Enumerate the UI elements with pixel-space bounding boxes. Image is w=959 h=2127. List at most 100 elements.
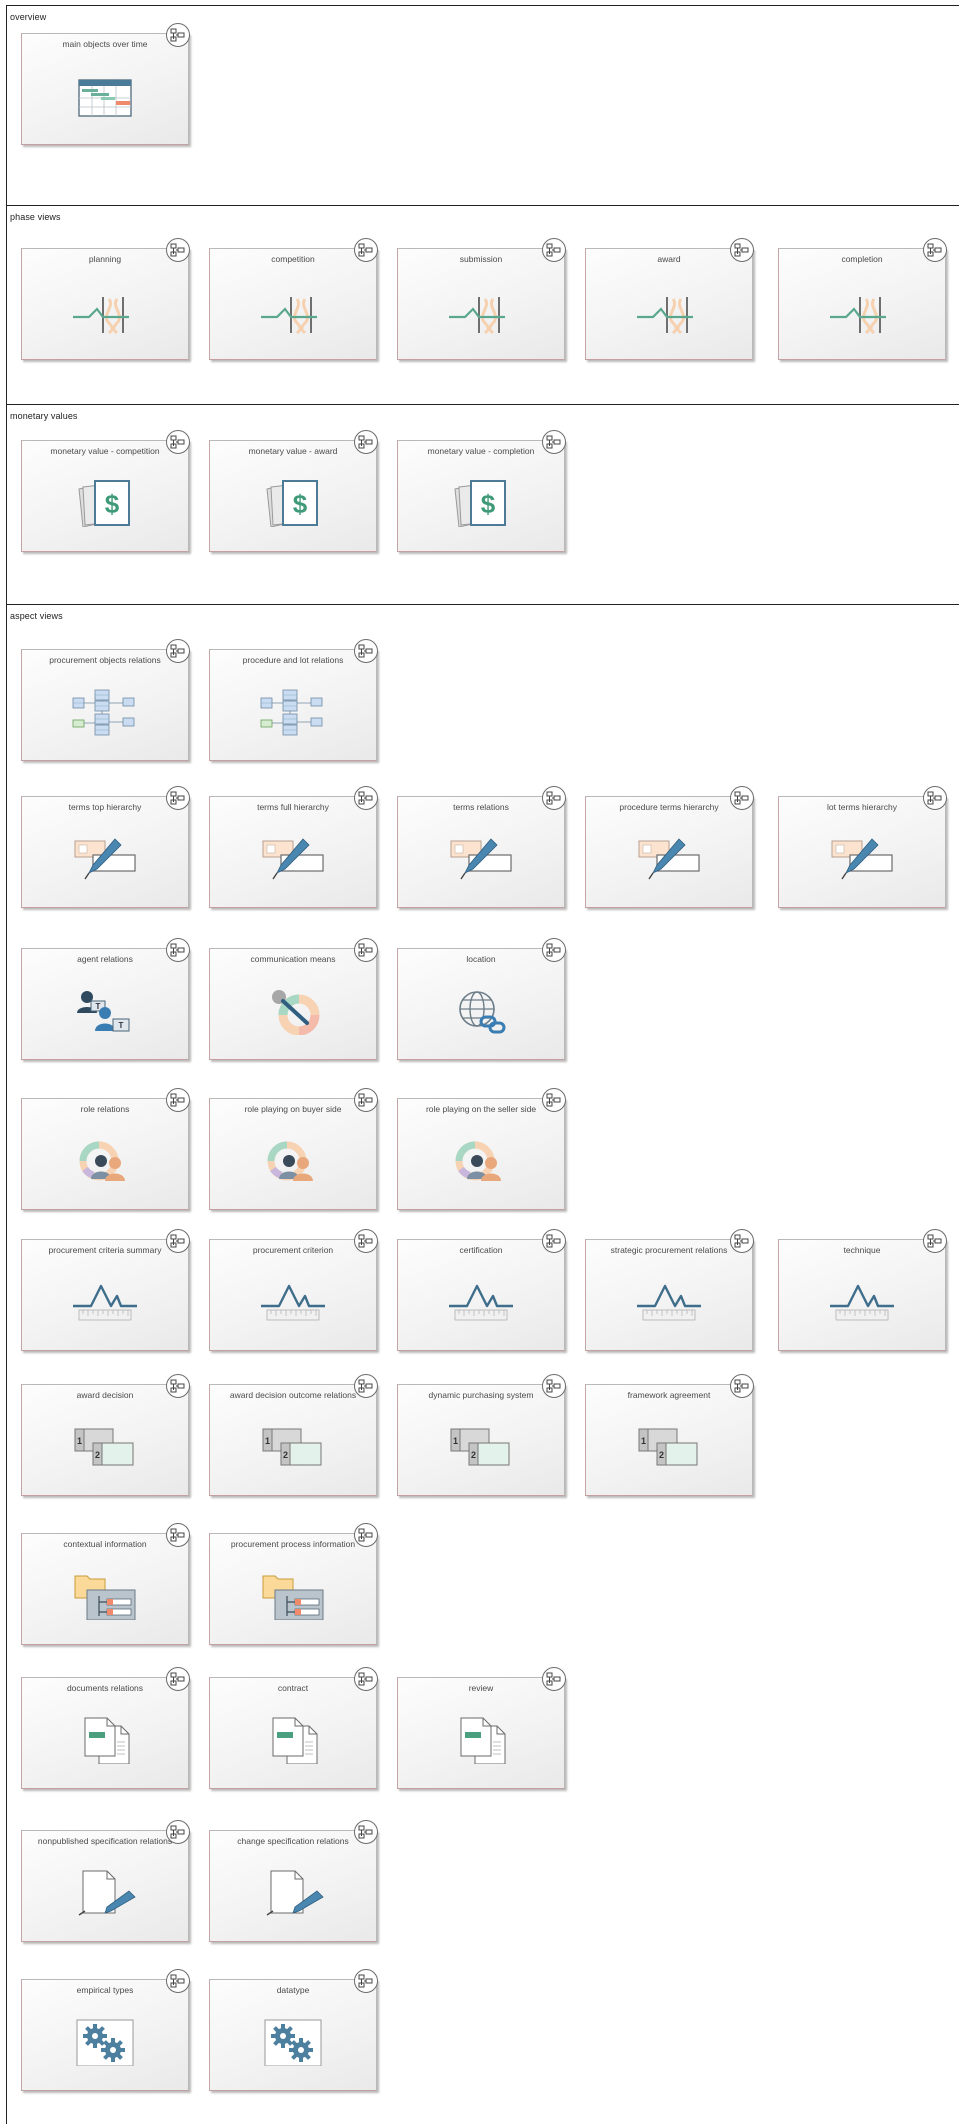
diagram-card[interactable]: communication means — [209, 938, 378, 1060]
diagram-card[interactable]: contract — [209, 1667, 378, 1789]
diagram-link-button[interactable] — [166, 1088, 190, 1112]
diagram-card[interactable]: certification — [397, 1229, 566, 1351]
diagram-card[interactable]: agent relations T T — [21, 938, 190, 1060]
edit-form-icon — [259, 835, 327, 883]
diagram-link-button[interactable] — [923, 1229, 947, 1253]
dollar-document-icon: $ — [259, 479, 327, 527]
diagram-card[interactable]: award decision 1 2 — [21, 1374, 190, 1496]
diagram-card[interactable]: role relations — [21, 1088, 190, 1210]
diagram-card[interactable]: procurement objects relations — [21, 639, 190, 761]
diagram-link-icon — [734, 1379, 749, 1393]
diagram-card[interactable]: monetary value - completion $ — [397, 430, 566, 552]
diagram-card[interactable]: review — [397, 1667, 566, 1789]
diagram-card[interactable]: terms top hierarchy — [21, 786, 190, 908]
diagram-link-button[interactable] — [542, 786, 566, 810]
diagram-card[interactable]: location — [397, 938, 566, 1060]
diagram-link-button[interactable] — [354, 1229, 378, 1253]
diagram-card[interactable]: empirical types — [21, 1969, 190, 2091]
diagram-link-button[interactable] — [730, 786, 754, 810]
diagram-card[interactable]: procedure and lot relations — [209, 639, 378, 761]
diagram-link-button[interactable] — [166, 238, 190, 262]
diagram-link-button[interactable] — [166, 1523, 190, 1547]
diagram-card[interactable]: terms relations — [397, 786, 566, 908]
diagram-link-button[interactable] — [354, 1088, 378, 1112]
diagram-card[interactable]: main objects over time — [21, 23, 190, 145]
diagram-card[interactable]: procurement process information — [209, 1523, 378, 1645]
diagram-link-button[interactable] — [542, 938, 566, 962]
diagram-card[interactable]: role playing on the seller side — [397, 1088, 566, 1210]
diagram-link-button[interactable] — [354, 430, 378, 454]
diagram-link-button[interactable] — [542, 1088, 566, 1112]
diagram-link-button[interactable] — [730, 238, 754, 262]
diagram-card[interactable]: procurement criterion — [209, 1229, 378, 1351]
diagram-card[interactable]: technique — [778, 1229, 947, 1351]
diagram-link-button[interactable] — [923, 238, 947, 262]
diagram-link-button[interactable] — [354, 786, 378, 810]
diagram-link-icon — [170, 1825, 185, 1839]
diagram-card-label: communication means — [250, 954, 336, 964]
diagram-link-button[interactable] — [166, 1969, 190, 1993]
diagram-link-button[interactable] — [166, 1374, 190, 1398]
diagram-link-button[interactable] — [354, 1969, 378, 1993]
diagram-link-icon — [358, 1672, 373, 1686]
diagram-link-button[interactable] — [542, 1667, 566, 1691]
diagram-card[interactable]: terms full hierarchy — [209, 786, 378, 908]
diagram-card[interactable]: strategic procurement relations — [585, 1229, 754, 1351]
diagram-link-button[interactable] — [354, 1667, 378, 1691]
diagram-card-label: main objects over time — [62, 39, 148, 49]
diagram-link-button[interactable] — [730, 1229, 754, 1253]
diagram-link-icon — [170, 644, 185, 658]
diagram-card[interactable]: lot terms hierarchy — [778, 786, 947, 908]
diagram-card[interactable]: contextual information — [21, 1523, 190, 1645]
documents-icon — [447, 1716, 515, 1764]
diagram-card[interactable]: planning — [21, 238, 190, 360]
diagram-card-label: role playing on the seller side — [425, 1104, 537, 1114]
diagram-link-button[interactable] — [354, 238, 378, 262]
diagram-card[interactable]: award decision outcome relations 1 2 — [209, 1374, 378, 1496]
users-roles-icon — [447, 1137, 515, 1185]
diagram-card[interactable]: procurement criteria summary — [21, 1229, 190, 1351]
diagram-link-button[interactable] — [542, 430, 566, 454]
diagram-card[interactable]: procedure terms hierarchy — [585, 786, 754, 908]
diagram-link-button[interactable] — [354, 1374, 378, 1398]
diagram-link-icon — [358, 791, 373, 805]
diagram-link-button[interactable] — [354, 1820, 378, 1844]
diagram-card[interactable]: change specification relations — [209, 1820, 378, 1942]
diagram-link-icon — [170, 1379, 185, 1393]
diagram-card[interactable]: monetary value - competition $ — [21, 430, 190, 552]
diagram-link-button[interactable] — [166, 639, 190, 663]
diagram-card[interactable]: submission — [397, 238, 566, 360]
diagram-link-button[interactable] — [542, 1229, 566, 1253]
diagram-link-button[interactable] — [542, 238, 566, 262]
diagram-link-button[interactable] — [166, 1229, 190, 1253]
diagram-card[interactable]: dynamic purchasing system 1 2 — [397, 1374, 566, 1496]
svg-text:2: 2 — [95, 1450, 100, 1460]
diagram-link-button[interactable] — [354, 1523, 378, 1547]
diagram-link-icon — [358, 1825, 373, 1839]
diagram-link-button[interactable] — [542, 1374, 566, 1398]
diagram-card[interactable]: datatype — [209, 1969, 378, 2091]
diagram-link-button[interactable] — [354, 639, 378, 663]
diagram-link-button[interactable] — [166, 430, 190, 454]
diagram-card[interactable]: nonpublished specification relations — [21, 1820, 190, 1942]
diagram-link-icon — [734, 243, 749, 257]
diagram-link-button[interactable] — [166, 1667, 190, 1691]
diagram-link-button[interactable] — [166, 23, 190, 47]
diagram-link-button[interactable] — [166, 938, 190, 962]
diagram-card-label: terms top hierarchy — [68, 802, 142, 812]
svg-text:$: $ — [293, 489, 308, 519]
diagram-link-button[interactable] — [166, 1820, 190, 1844]
diagram-card[interactable]: award — [585, 238, 754, 360]
diagram-link-button[interactable] — [923, 786, 947, 810]
diagram-card[interactable]: completion — [778, 238, 947, 360]
diagram-card[interactable]: framework agreement 1 2 — [585, 1374, 754, 1496]
diagram-card[interactable]: monetary value - award $ — [209, 430, 378, 552]
diagram-card[interactable]: competition — [209, 238, 378, 360]
diagram-card[interactable]: documents relations — [21, 1667, 190, 1789]
dollar-document-icon: $ — [71, 479, 139, 527]
diagram-link-button[interactable] — [166, 786, 190, 810]
diagram-link-button[interactable] — [730, 1374, 754, 1398]
diagram-card-label: lot terms hierarchy — [827, 802, 897, 812]
diagram-card[interactable]: role playing on buyer side — [209, 1088, 378, 1210]
diagram-link-button[interactable] — [354, 938, 378, 962]
